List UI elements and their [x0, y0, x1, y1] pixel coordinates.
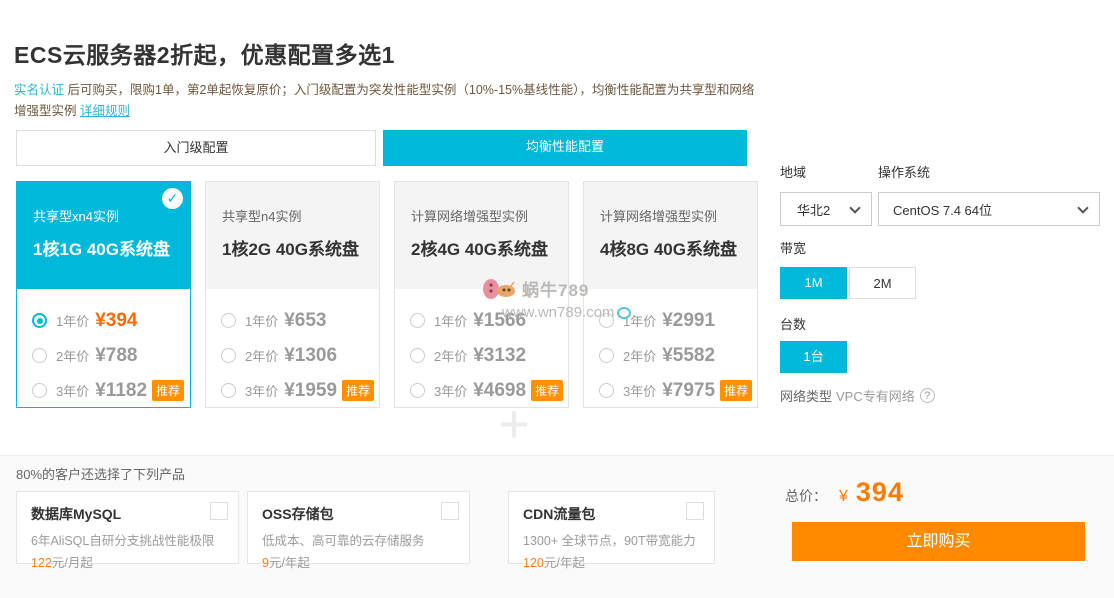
addon-checkbox[interactable] — [441, 502, 459, 520]
plan-card-sn1ne-4c8g[interactable]: 计算网络增强型实例 4核8G 40G系统盘 1年价 ¥2991 2年价 ¥558… — [583, 181, 758, 408]
plan-card-n4[interactable]: 共享型n4实例 1核2G 40G系统盘 1年价 ¥653 2年价 ¥1306 3… — [205, 181, 380, 408]
purchase-notice: 实名认证 后可购买，限购1单，第2单起恢复原价；入门级配置为突发性能型实例（10… — [14, 80, 766, 121]
plan-price-list: 1年价 ¥1566 2年价 ¥3132 3年价 ¥4698 推荐 — [395, 289, 568, 408]
network-type-value: VPC专有网络 — [836, 386, 915, 405]
price-option-3yr[interactable]: 3年价 ¥1959 推荐 — [221, 373, 379, 408]
network-type-row: 网络类型 VPC专有网络 ? — [780, 386, 935, 405]
bandwidth-label: 带宽 — [780, 238, 806, 257]
price-option-1yr[interactable]: 1年价 ¥2991 — [599, 303, 757, 338]
total-label: 总价： — [785, 486, 827, 506]
plan-name: 计算网络增强型实例 — [411, 206, 568, 225]
plan-spec: 4核8G 40G系统盘 — [600, 235, 757, 260]
radio-unchecked-icon[interactable] — [32, 383, 47, 398]
price-option-3yr[interactable]: 3年价 ¥1182 推荐 — [32, 373, 190, 408]
plan-header: 计算网络增强型实例 4核8G 40G系统盘 — [584, 182, 757, 289]
tab-entry-config[interactable]: 入门级配置 — [16, 130, 376, 166]
realname-auth-link[interactable]: 实名认证 — [14, 83, 64, 97]
addon-card-oss[interactable]: OSS存储包 低成本、高可靠的云存储服务 9元/年起 — [247, 491, 470, 564]
price-option-2yr[interactable]: 2年价 ¥5582 — [599, 338, 757, 373]
plan-header: ✓ 共享型xn4实例 1核1G 40G系统盘 — [17, 182, 190, 289]
radio-unchecked-icon[interactable] — [32, 348, 47, 363]
plan-name: 共享型n4实例 — [222, 206, 379, 225]
plan-spec: 1核2G 40G系统盘 — [222, 235, 379, 260]
plan-spec: 1核1G 40G系统盘 — [33, 235, 190, 260]
detail-rules-link[interactable]: 详细规则 — [80, 104, 130, 118]
addons-heading: 80%的客户还选择了下列产品 — [16, 464, 185, 483]
page-title: ECS云服务器2折起，优惠配置多选1 — [14, 36, 395, 70]
buy-now-button[interactable]: 立即购买 — [792, 522, 1085, 561]
quantity-option-1[interactable]: 1台 — [780, 341, 847, 373]
radio-unchecked-icon[interactable] — [410, 383, 425, 398]
addon-checkbox[interactable] — [210, 502, 228, 520]
bandwidth-option-1m[interactable]: 1M — [780, 267, 847, 299]
quantity-label: 台数 — [780, 314, 806, 333]
radio-unchecked-icon[interactable] — [221, 313, 236, 328]
os-select[interactable]: CentOS 7.4 64位 — [878, 192, 1100, 226]
radio-unchecked-icon[interactable] — [221, 348, 236, 363]
radio-unchecked-icon[interactable] — [410, 348, 425, 363]
price-option-2yr[interactable]: 2年价 ¥3132 — [410, 338, 568, 373]
currency-symbol: ¥ — [839, 488, 848, 506]
recommend-badge: 推荐 — [342, 380, 374, 401]
os-label: 操作系统 — [878, 162, 930, 181]
plan-card-xn4[interactable]: ✓ 共享型xn4实例 1核1G 40G系统盘 1年价 ¥394 2年价 ¥788… — [16, 181, 191, 408]
ecs-promo-page: ECS云服务器2折起，优惠配置多选1 实名认证 后可购买，限购1单，第2单起恢复… — [0, 0, 1114, 598]
price-option-1yr[interactable]: 1年价 ¥394 — [32, 303, 190, 338]
plan-name: 计算网络增强型实例 — [600, 206, 757, 225]
selected-check-icon: ✓ — [162, 188, 183, 209]
recommend-badge: 推荐 — [152, 380, 184, 401]
plus-separator-icon: + — [488, 398, 540, 450]
radio-unchecked-icon[interactable] — [599, 313, 614, 328]
plan-spec: 2核4G 40G系统盘 — [411, 235, 568, 260]
total-price-row: 总价： ¥ 394 — [785, 477, 904, 508]
network-type-label: 网络类型 — [780, 386, 832, 405]
total-value: 394 — [856, 477, 904, 508]
price-option-2yr[interactable]: 2年价 ¥1306 — [221, 338, 379, 373]
addon-card-mysql[interactable]: 数据库MySQL 6年AliSQL自研分支挑战性能极限 122元/月起 — [16, 491, 239, 564]
region-select[interactable]: 华北2 — [780, 192, 872, 226]
radio-unchecked-icon[interactable] — [599, 348, 614, 363]
radio-unchecked-icon[interactable] — [410, 313, 425, 328]
bandwidth-option-2m[interactable]: 2M — [849, 267, 916, 299]
chevron-down-icon — [849, 202, 860, 213]
radio-checked-icon[interactable] — [32, 313, 47, 328]
region-label: 地域 — [780, 162, 806, 181]
plan-header: 共享型n4实例 1核2G 40G系统盘 — [206, 182, 379, 289]
plan-card-sn1ne-2c4g[interactable]: 计算网络增强型实例 2核4G 40G系统盘 1年价 ¥1566 2年价 ¥313… — [394, 181, 569, 408]
price-option-1yr[interactable]: 1年价 ¥653 — [221, 303, 379, 338]
radio-unchecked-icon[interactable] — [221, 383, 236, 398]
price-option-2yr[interactable]: 2年价 ¥788 — [32, 338, 190, 373]
addon-checkbox[interactable] — [686, 502, 704, 520]
recommend-badge: 推荐 — [720, 380, 752, 401]
tab-balanced-config[interactable]: 均衡性能配置 — [383, 130, 747, 166]
plan-price-list: 1年价 ¥653 2年价 ¥1306 3年价 ¥1959 推荐 — [206, 289, 379, 408]
help-icon[interactable]: ? — [920, 388, 935, 403]
price-option-3yr[interactable]: 3年价 ¥7975 推荐 — [599, 373, 757, 408]
chevron-down-icon — [1077, 202, 1088, 213]
price-option-1yr[interactable]: 1年价 ¥1566 — [410, 303, 568, 338]
plan-name: 共享型xn4实例 — [33, 206, 190, 225]
plan-price-list: 1年价 ¥2991 2年价 ¥5582 3年价 ¥7975 推荐 — [584, 289, 757, 408]
addon-card-cdn[interactable]: CDN流量包 1300+ 全球节点，90T带宽能力 120元/年起 — [508, 491, 715, 564]
plan-header: 计算网络增强型实例 2核4G 40G系统盘 — [395, 182, 568, 289]
plan-price-list: 1年价 ¥394 2年价 ¥788 3年价 ¥1182 推荐 — [17, 289, 190, 408]
radio-unchecked-icon[interactable] — [599, 383, 614, 398]
